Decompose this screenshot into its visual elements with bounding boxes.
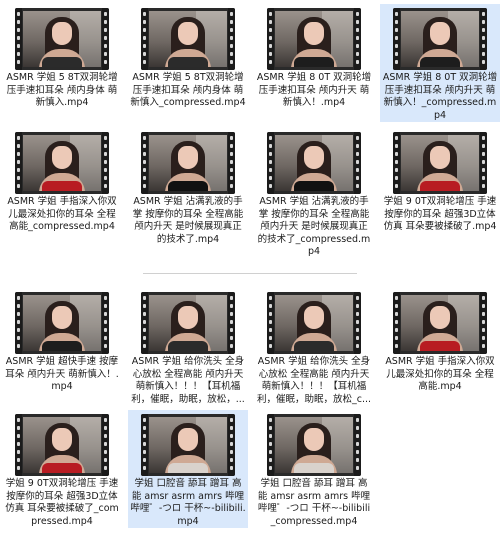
film-sprocket-strip bbox=[228, 132, 235, 194]
film-sprocket-strip bbox=[141, 8, 148, 70]
file-tile[interactable]: ASMR 学姐 沾满乳液的手掌 按摩你的耳朵 全程高能 颅内升天 是时候展现真正… bbox=[254, 128, 374, 259]
file-tile[interactable]: ASMR 学姐 手指深入你双儿最深处扣你的耳朵 全程高能_compressed.… bbox=[2, 128, 122, 234]
video-thumbnail bbox=[15, 414, 109, 476]
film-sprocket-strip bbox=[141, 414, 148, 476]
film-sprocket-strip bbox=[354, 8, 361, 70]
video-thumbnail bbox=[267, 132, 361, 194]
film-sprocket-strip bbox=[102, 292, 109, 354]
video-thumbnail bbox=[393, 132, 487, 194]
file-tile[interactable]: ASMR 学姐 8 0T 双洞轮增压手速扣耳朵 颅内升天 萌新慎入！_compr… bbox=[380, 4, 500, 122]
group-separator bbox=[143, 273, 357, 274]
file-name-label: ASMR 学姐 手指深入你双儿最深处扣你的耳朵 全程高能_compressed.… bbox=[7, 196, 117, 232]
video-frame-image bbox=[401, 135, 479, 191]
video-thumbnail bbox=[141, 132, 235, 194]
film-sprocket-strip bbox=[354, 132, 361, 194]
film-sprocket-strip bbox=[141, 292, 148, 354]
video-frame-image bbox=[23, 11, 101, 67]
file-name-label: ASMR 学姐 给你洗头 全身心放松 全程高能 颅内升天 萌新慎入！！！【耳机福… bbox=[131, 356, 245, 405]
file-name-label: ASMR 学姐 给你洗头 全身心放松 全程高能 颅内升天 萌新慎入！！！【耳机福… bbox=[256, 356, 372, 405]
film-sprocket-strip bbox=[480, 8, 487, 70]
file-tile[interactable]: ASMR 学姐 超快手速 按摩耳朵 颅内升天 萌新慎入！.mp4 bbox=[2, 288, 122, 394]
film-sprocket-strip bbox=[354, 414, 361, 476]
file-name-label: ASMR 学姐 沾满乳液的手掌 按摩你的耳朵 全程高能 颅内升天 是时候展现真正… bbox=[132, 196, 244, 245]
video-frame-image bbox=[275, 11, 353, 67]
file-tile[interactable]: ASMR 学姐 沾满乳液的手掌 按摩你的耳朵 全程高能 颅内升天 是时候展现真正… bbox=[128, 128, 248, 246]
video-frame-image bbox=[23, 135, 101, 191]
file-explorer-pane: ASMR 学姐 5 8T双洞轮增压手速扣耳朵 颅内身体 萌新慎入.mp4 ASMR… bbox=[0, 0, 502, 544]
video-thumbnail bbox=[15, 132, 109, 194]
file-name-label: ASMR 学姐 5 8T双洞轮增压手速扣耳朵 颅内身体 萌新慎入.mp4 bbox=[6, 72, 118, 108]
film-sprocket-strip bbox=[354, 292, 361, 354]
file-name-label: 学姐 9 0T双洞轮增压 手速按摩你的耳朵 超强3D立体仿真 耳朵要被揉破了_c… bbox=[5, 478, 119, 527]
film-sprocket-strip bbox=[393, 292, 400, 354]
video-frame-image bbox=[23, 417, 101, 473]
film-sprocket-strip bbox=[15, 132, 22, 194]
file-tile[interactable]: 学姐 口腔音 舔耳 蹭耳 高能 amsr asrm amrs 哔哩哔哩゜-つロ … bbox=[254, 410, 374, 528]
video-frame-image bbox=[401, 11, 479, 67]
film-sprocket-strip bbox=[267, 292, 274, 354]
file-tile[interactable]: 学姐 9 0T双洞轮增压 手速按摩你的耳朵 超强3D立体仿真 耳朵要被揉破了.m… bbox=[380, 128, 500, 234]
video-thumbnail bbox=[141, 292, 235, 354]
video-frame-image bbox=[275, 135, 353, 191]
file-tile[interactable]: ASMR 学姐 手指深入你双儿最深处扣你的耳朵 全程高能.mp4 bbox=[380, 288, 500, 394]
file-tile[interactable]: ASMR 学姐 5 8T双洞轮增压手速扣耳朵 颅内身体 萌新慎入.mp4 bbox=[2, 4, 122, 110]
video-frame-image bbox=[149, 417, 227, 473]
film-sprocket-strip bbox=[15, 292, 22, 354]
video-frame-image bbox=[149, 135, 227, 191]
film-sprocket-strip bbox=[102, 414, 109, 476]
video-thumbnail bbox=[141, 414, 235, 476]
video-thumbnail bbox=[267, 8, 361, 70]
film-sprocket-strip bbox=[102, 8, 109, 70]
file-tile[interactable]: ASMR 学姐 给你洗头 全身心放松 全程高能 颅内升天 萌新慎入！！！【耳机福… bbox=[254, 288, 374, 406]
file-name-label: ASMR 学姐 沾满乳液的手掌 按摩你的耳朵 全程高能 颅内升天 是时候展现真正… bbox=[257, 196, 371, 257]
video-thumbnail bbox=[15, 292, 109, 354]
video-frame-image bbox=[23, 295, 101, 351]
file-tile[interactable]: 学姐 9 0T双洞轮增压 手速按摩你的耳朵 超强3D立体仿真 耳朵要被揉破了_c… bbox=[2, 410, 122, 528]
video-frame-image bbox=[275, 417, 353, 473]
file-name-label: ASMR 学姐 手指深入你双儿最深处扣你的耳朵 全程高能.mp4 bbox=[385, 356, 495, 392]
film-sprocket-strip bbox=[393, 8, 400, 70]
file-name-label: ASMR 学姐 8 0T 双洞轮增压手速扣耳朵 颅内升天 萌新慎入！.mp4 bbox=[256, 72, 372, 108]
video-thumbnail bbox=[267, 414, 361, 476]
film-sprocket-strip bbox=[267, 8, 274, 70]
file-name-label: 学姐 口腔音 舔耳 蹭耳 高能 amsr asrm amrs 哔哩哔哩゜-つロ … bbox=[130, 478, 246, 527]
film-sprocket-strip bbox=[393, 132, 400, 194]
film-sprocket-strip bbox=[267, 414, 274, 476]
film-sprocket-strip bbox=[480, 292, 487, 354]
film-sprocket-strip bbox=[228, 414, 235, 476]
file-tile[interactable]: ASMR 学姐 5 8T双洞轮增压手速扣耳朵 颅内身体 萌新慎入_compres… bbox=[128, 4, 248, 110]
file-name-label: ASMR 学姐 8 0T 双洞轮增压手速扣耳朵 颅内升天 萌新慎入！_compr… bbox=[382, 72, 498, 121]
file-name-label: 学姐 9 0T双洞轮增压 手速按摩你的耳朵 超强3D立体仿真 耳朵要被揉破了.m… bbox=[383, 196, 497, 232]
file-tile[interactable]: 学姐 口腔音 舔耳 蹭耳 高能 amsr asrm amrs 哔哩哔哩゜-つロ … bbox=[128, 410, 248, 528]
video-thumbnail bbox=[393, 8, 487, 70]
film-sprocket-strip bbox=[15, 8, 22, 70]
video-thumbnail bbox=[393, 292, 487, 354]
film-sprocket-strip bbox=[15, 414, 22, 476]
video-frame-image bbox=[401, 295, 479, 351]
film-sprocket-strip bbox=[141, 132, 148, 194]
video-thumbnail bbox=[141, 8, 235, 70]
film-sprocket-strip bbox=[267, 132, 274, 194]
video-frame-image bbox=[149, 11, 227, 67]
film-sprocket-strip bbox=[102, 132, 109, 194]
film-sprocket-strip bbox=[480, 132, 487, 194]
file-name-label: ASMR 学姐 超快手速 按摩耳朵 颅内升天 萌新慎入！.mp4 bbox=[5, 356, 119, 392]
file-tile[interactable]: ASMR 学姐 给你洗头 全身心放松 全程高能 颅内升天 萌新慎入！！！【耳机福… bbox=[128, 288, 248, 406]
video-frame-image bbox=[149, 295, 227, 351]
file-name-label: ASMR 学姐 5 8T双洞轮增压手速扣耳朵 颅内身体 萌新慎入_compres… bbox=[130, 72, 246, 108]
file-tile[interactable]: ASMR 学姐 8 0T 双洞轮增压手速扣耳朵 颅内升天 萌新慎入！.mp4 bbox=[254, 4, 374, 110]
video-frame-image bbox=[275, 295, 353, 351]
file-name-label: 学姐 口腔音 舔耳 蹭耳 高能 amsr asrm amrs 哔哩哔哩゜-つロ … bbox=[257, 478, 371, 527]
film-sprocket-strip bbox=[228, 292, 235, 354]
film-sprocket-strip bbox=[228, 8, 235, 70]
video-thumbnail bbox=[267, 292, 361, 354]
video-thumbnail bbox=[15, 8, 109, 70]
